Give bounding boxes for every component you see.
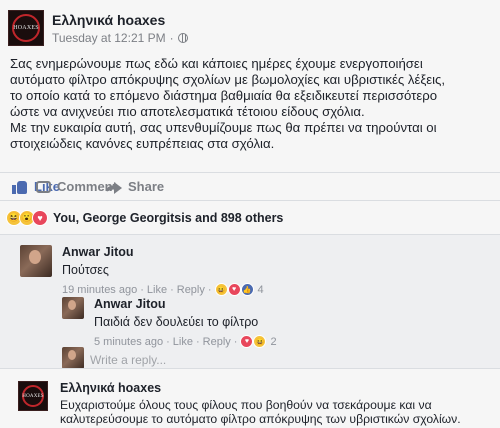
comment-body: Anwar Jitou Παιδιά δεν δουλεύει το φίλτρ… — [94, 297, 277, 348]
comment-button[interactable]: Comment — [36, 173, 117, 201]
post-body-line: αυτόματο φίλτρο απόκρυψης σχολίων με βωμ… — [10, 72, 446, 87]
comment-like-link[interactable]: Like — [173, 336, 193, 348]
facebook-post: HOAXES Ελληνικά hoaxes Tuesday at 12:21 … — [0, 0, 500, 428]
comment-meta: 19 minutes ago · Like · Reply · 😆 ♥ 👍 4 — [62, 283, 264, 296]
meta-separator: · — [169, 30, 174, 45]
love-reaction-icon: ♥ — [32, 209, 48, 226]
comment-reaction-count[interactable]: 4 — [258, 284, 264, 296]
comment-reply: Anwar Jitou Παιδιά δεν δουλεύει το φίλτρ… — [62, 297, 277, 348]
reactions-summary[interactable]: 😆 😮 ♥ You, George Georgitsis and 898 oth… — [0, 200, 500, 234]
page-avatar[interactable]: HOAXES — [8, 10, 44, 46]
post-header: HOAXES Ελληνικά hoaxes Tuesday at 12:21 … — [8, 8, 188, 48]
comment-reaction-count[interactable]: 2 — [270, 336, 276, 348]
love-reaction-icon: ♥ — [240, 335, 254, 348]
comment-reply-link[interactable]: Reply — [203, 336, 231, 348]
love-reaction-icon: ♥ — [227, 283, 241, 296]
page-comment-text: Ευχαριστούμε όλους τους φίλους που βοηθο… — [60, 398, 490, 426]
share-label: Share — [128, 179, 165, 194]
share-arrow-icon — [106, 181, 123, 194]
comment-text: Παιδιά δεν δουλεύει το φίλτρο — [94, 315, 259, 329]
commenter-name[interactable]: Anwar Jitou — [62, 245, 264, 259]
avatar-logo-text: HOAXES — [13, 25, 39, 31]
post-body-line: Με την ευκαιρία αυτή, σας υπενθυμίζουμε … — [10, 120, 437, 135]
page-comment-line: Ευχαριστούμε όλους τους φίλους που βοηθο… — [60, 398, 432, 412]
post-header-text: Ελληνικά hoaxes Tuesday at 12:21 PM · — [52, 12, 188, 45]
commenter-avatar[interactable] — [62, 297, 84, 319]
comment-time[interactable]: 19 minutes ago — [62, 284, 137, 296]
post-body: Σας ενημερώνουμε πως εδώ και κάποιες ημέ… — [10, 56, 490, 152]
comment-reply-link[interactable]: Reply — [177, 284, 205, 296]
user-avatar — [62, 347, 84, 369]
haha-reaction-icon: 😆 — [253, 335, 267, 348]
globe-icon[interactable] — [177, 32, 188, 43]
page-comment-body: Ελληνικά hoaxes Ευχαριστούμε όλους τους … — [60, 381, 490, 426]
post-body-line: στοιχειώδεις κανόνες ευπρέπειας στα σχόλ… — [10, 136, 275, 151]
avatar-logo-text: HOAXES — [22, 393, 44, 399]
avatar-logo-ring: HOAXES — [12, 14, 40, 42]
page-name[interactable]: Ελληνικά hoaxes — [52, 12, 188, 28]
commenter-avatar[interactable] — [20, 245, 52, 277]
comment-like-link[interactable]: Like — [147, 284, 167, 296]
haha-reaction-icon: 😆 — [214, 283, 228, 296]
post-body-line: το οποίο κατά το επόμενο διάστημα βαθμια… — [10, 88, 438, 103]
post-body-line: ώστε να ανιχνεύει πιο αποτελεσματικά τέτ… — [10, 104, 365, 119]
reply-composer — [62, 347, 84, 369]
thumbs-up-icon — [12, 180, 28, 194]
comment-body: Anwar Jitou Πούτσες 19 minutes ago · Lik… — [62, 245, 264, 296]
post-meta: Tuesday at 12:21 PM · — [52, 31, 188, 45]
comment-meta: 5 minutes ago · Like · Reply · ♥ 😆 2 — [94, 335, 277, 348]
comment-text: Πούτσες — [62, 263, 109, 277]
comment-bubble-icon — [36, 180, 51, 193]
post-timestamp[interactable]: Tuesday at 12:21 PM — [52, 31, 166, 45]
comment-time[interactable]: 5 minutes ago — [94, 336, 163, 348]
reactions-text[interactable]: You, George Georgitsis and 898 others — [53, 211, 283, 225]
post-action-bar: Like Comment Share — [0, 172, 500, 200]
post-body-line: Σας ενημερώνουμε πως εδώ και κάποιες ημέ… — [10, 56, 423, 71]
page-avatar[interactable]: HOAXES — [18, 381, 48, 411]
comments-section: Anwar Jitou Πούτσες 19 minutes ago · Lik… — [0, 234, 500, 369]
commenter-name[interactable]: Anwar Jitou — [94, 297, 277, 311]
page-comment: HOAXES Ελληνικά hoaxes Ευχαριστούμε όλου… — [0, 368, 500, 428]
like-reaction-icon: 👍 — [240, 283, 254, 296]
comment: Anwar Jitou Πούτσες 19 minutes ago · Lik… — [20, 245, 264, 296]
avatar-logo-ring: HOAXES — [22, 385, 44, 407]
page-comment-name[interactable]: Ελληνικά hoaxes — [60, 381, 490, 395]
page-comment-line: καλυτερεύσουμε το αυτόματο φίλτρο απόκρυ… — [60, 412, 461, 426]
write-reply-input[interactable]: Write a reply... — [90, 353, 166, 367]
